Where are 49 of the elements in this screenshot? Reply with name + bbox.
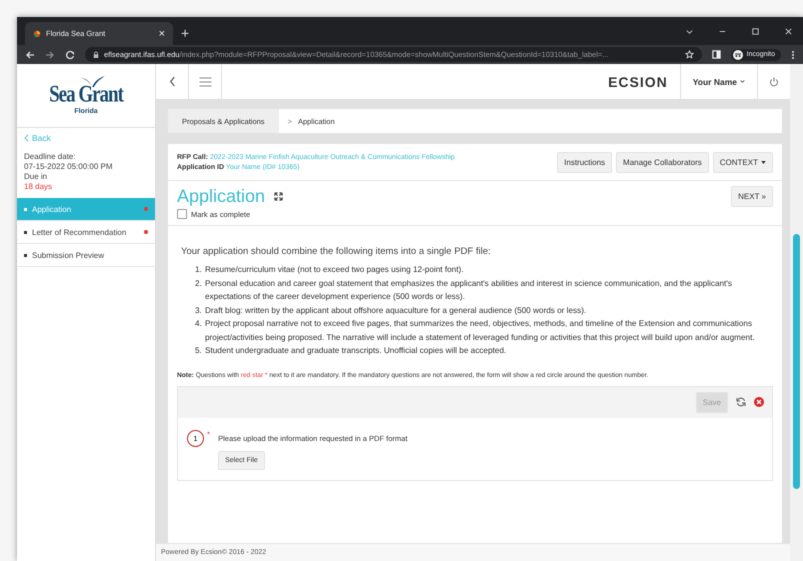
scrollbar-thumb[interactable] [793,234,800,489]
chevron-down-icon [740,80,745,83]
intro-text: Your application should combine the following items into a single PDF file: [181,246,492,257]
list-number: 5. [195,345,203,357]
power-icon [769,76,779,86]
list-item-text: Project proposal narrative not to exceed five pages, that summarizes the need, objectives, methods, and timeline of the Extension and communications project/activities being proposed. The narrative will include a statement of leveraged funding or activities that this project will build upon and/or augment. [205,318,756,344]
deadline-date: 07-15-2022 05:00:00 PM [24,162,114,172]
incognito-icon [732,50,743,60]
list-number: 1. [195,264,203,276]
caret-icon [761,161,766,164]
more-icon[interactable] [791,50,795,60]
list-item-text: Draft blog: written by the applicant about offshore aquaculture for a general audience (500 words or less). [205,304,586,317]
checkbox[interactable] [177,209,187,219]
side-panel-icon[interactable] [712,50,721,59]
site-logo-icon [33,30,41,38]
list-item-text: Personal education and career goal statement that emphasizes the applicant's abilities and interest in science communication, and the applicant's expectations of the career development experience (500 words or less). [205,278,733,303]
close-tab-button[interactable]: × [158,28,165,40]
user-menu[interactable]: Your Name [680,64,757,99]
maximize-icon[interactable] [751,26,760,36]
refresh-icon[interactable] [736,397,746,407]
forward-arrow-icon[interactable] [45,50,55,60]
due-days: 18 days [24,182,148,192]
list-item-text: Resume/curriculum vitae (not to exceed two pages using 12-point font). [205,264,464,276]
list-number: 4. [195,318,203,330]
list-number: 3. [195,304,203,316]
lock-icon [93,50,99,58]
menu-icon [198,76,212,86]
next-button[interactable]: NEXT » [731,186,773,207]
list-item-text: Student undergraduate and graduate transcripts. Unofficial copies will be accepted. [205,345,506,357]
required-asterisk: * [207,430,210,438]
action-button[interactable]: Instructions [557,152,612,173]
chevron-left-icon [168,76,176,87]
action-button[interactable]: CONTEXT [712,152,773,173]
action-button[interactable]: Manage Collaborators [616,152,709,173]
sidebar-item[interactable]: Letter of Recommendation [17,221,155,244]
new-tab-button[interactable]: + [181,25,190,41]
list-number: 2. [195,278,203,290]
back-arrow-icon[interactable] [25,50,35,60]
close-circle-icon[interactable] [754,397,764,407]
sidebar-item[interactable]: Submission Preview [17,244,155,267]
due-label: Due in [24,172,48,182]
close-icon[interactable] [784,26,793,36]
chevron-left-icon [24,134,29,142]
star-icon[interactable] [684,50,694,59]
reload-icon[interactable] [65,50,75,60]
expand-icon[interactable] [274,192,284,201]
page-title: Application [177,186,266,207]
brand-logo: ECSION [608,74,669,90]
deadline-label: Deadline date: [24,152,77,162]
